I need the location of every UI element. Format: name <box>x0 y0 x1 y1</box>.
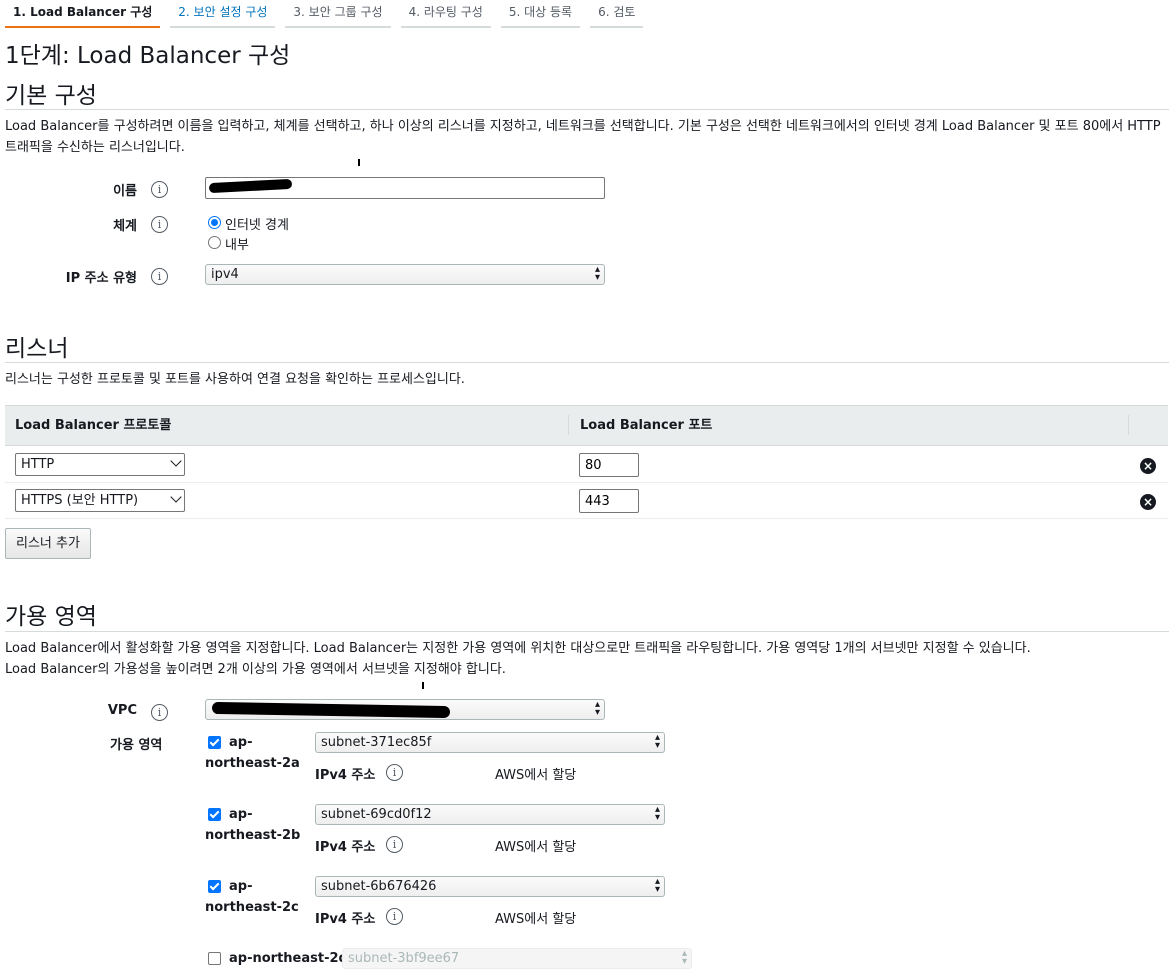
protocol-value: HTTPS (보안 HTTP) <box>21 493 139 508</box>
listeners-description: 리스너는 구성한 프로토콜 및 포트를 사용하여 연결 요청을 확인하는 프로세… <box>5 372 465 387</box>
vpc-label: VPC <box>107 703 137 718</box>
divider <box>5 631 1169 632</box>
updown-arrows-icon: ▴ ▾ <box>681 948 687 967</box>
scheme-label: 체계 <box>113 219 137 234</box>
zone-2c-checkbox[interactable] <box>208 880 221 893</box>
chevron-down-icon <box>170 491 182 503</box>
zone-2a-name-line2: northeast-2a <box>205 756 300 771</box>
zone-2d-name: ap-northeast-2d <box>229 951 348 966</box>
availability-zones-description-2: Load Balancer의 가용성을 높이려면 2개 이상의 가용 영역에서 … <box>5 662 506 677</box>
step-configure-load-balancer[interactable]: 1. Load Balancer 구성 <box>5 0 161 28</box>
info-icon[interactable]: i <box>386 764 403 781</box>
ip-type-label: IP 주소 유형 <box>65 271 137 286</box>
text-cursor <box>422 682 424 689</box>
info-icon[interactable]: i <box>386 836 403 853</box>
ip-type-value: ipv4 <box>211 267 239 282</box>
listeners-table-header: Load Balancer 프로토콜 Load Balancer 포트 <box>5 405 1168 446</box>
scheme-internet-facing-radio[interactable] <box>208 216 221 229</box>
divider <box>5 109 1169 110</box>
remove-listener-icon[interactable]: × <box>1140 494 1156 510</box>
zone-2d-subnet-value: subnet-3bf9ee67 <box>348 951 460 966</box>
zone-2a-ipv4-label: IPv4 주소 <box>315 768 376 783</box>
add-listener-button[interactable]: 리스너 추가 <box>5 528 91 559</box>
zone-2d-subnet-select: subnet-3bf9ee67 ▴ ▾ <box>342 948 692 969</box>
step-configure-security-settings[interactable]: 2. 보안 설정 구성 <box>170 0 276 28</box>
zone-2b-subnet-value: subnet-69cd0f12 <box>321 807 432 822</box>
updown-arrows-icon: ▴ ▾ <box>594 699 600 718</box>
zones-label: 가용 영역 <box>110 738 163 753</box>
step-review[interactable]: 6. 검토 <box>590 0 644 28</box>
divider <box>5 362 1169 363</box>
updown-arrows-icon: ▴ ▾ <box>654 876 660 895</box>
chevron-down-icon <box>170 455 182 467</box>
table-row: HTTPS (보안 HTTP) × <box>5 483 1168 519</box>
basic-config-description: Load Balancer를 구성하려면 이름을 입력하고, 체계를 선택하고,… <box>5 119 1161 155</box>
listeners-title: 리스너 <box>5 336 69 362</box>
name-label: 이름 <box>113 184 137 199</box>
zone-2c-name-line1: ap- <box>229 879 253 894</box>
scheme-internal-label: 내부 <box>225 238 249 253</box>
remove-listener-icon[interactable]: × <box>1140 458 1156 474</box>
zone-2b-name-line2: northeast-2b <box>205 828 301 843</box>
info-icon[interactable]: i <box>386 908 403 925</box>
step-configure-security-groups[interactable]: 3. 보안 그룹 구성 <box>285 0 391 28</box>
info-icon[interactable]: i <box>151 181 168 198</box>
zone-2b-name-line1: ap- <box>229 807 253 822</box>
protocol-column-header: Load Balancer 프로토콜 <box>15 418 172 433</box>
zone-2b-subnet-select[interactable]: subnet-69cd0f12 ▴ ▾ <box>315 804 665 825</box>
info-icon[interactable]: i <box>151 216 168 233</box>
zone-2c-subnet-value: subnet-6b676426 <box>321 879 437 894</box>
text-cursor <box>358 159 360 166</box>
column-separator <box>1128 415 1129 435</box>
port-input[interactable] <box>579 489 639 513</box>
info-icon[interactable]: i <box>151 268 168 285</box>
availability-zones-title: 가용 영역 <box>5 604 97 630</box>
protocol-select[interactable]: HTTPS (보안 HTTP) <box>15 489 185 512</box>
updown-arrows-icon: ▴ ▾ <box>594 264 600 283</box>
updown-arrows-icon: ▴ ▾ <box>654 804 660 823</box>
zone-2a-ipv4-value: AWS에서 할당 <box>495 768 577 783</box>
protocol-value: HTTP <box>21 457 55 472</box>
port-column-header: Load Balancer 포트 <box>580 418 713 433</box>
updown-arrows-icon: ▴ ▾ <box>654 732 660 751</box>
zone-2b-checkbox[interactable] <box>208 808 221 821</box>
step-configure-routing[interactable]: 4. 라우팅 구성 <box>400 0 491 28</box>
zone-2c-name-line2: northeast-2c <box>205 900 299 915</box>
scheme-internet-facing-label: 인터넷 경계 <box>225 218 289 233</box>
wizard-steps: 1. Load Balancer 구성 2. 보안 설정 구성 3. 보안 그룹… <box>5 0 653 28</box>
zone-2a-subnet-select[interactable]: subnet-371ec85f ▴ ▾ <box>315 732 665 753</box>
zone-2c-subnet-select[interactable]: subnet-6b676426 ▴ ▾ <box>315 876 665 897</box>
info-icon[interactable]: i <box>151 704 168 721</box>
ip-type-select[interactable]: ipv4 ▴ ▾ <box>205 264 605 285</box>
zone-2a-subnet-value: subnet-371ec85f <box>321 735 432 750</box>
column-separator <box>568 415 569 435</box>
page-title: 1단계: Load Balancer 구성 <box>5 43 291 69</box>
table-row: HTTP × <box>5 447 1168 483</box>
zone-2a-checkbox[interactable] <box>208 736 221 749</box>
zone-2c-ipv4-value: AWS에서 할당 <box>495 912 577 927</box>
protocol-select[interactable]: HTTP <box>15 453 185 476</box>
zone-2b-ipv4-value: AWS에서 할당 <box>495 840 577 855</box>
basic-config-title: 기본 구성 <box>5 83 97 109</box>
zone-2a-name-line1: ap- <box>229 735 253 750</box>
zone-2c-ipv4-label: IPv4 주소 <box>315 912 376 927</box>
zone-2d-checkbox[interactable] <box>208 952 221 965</box>
availability-zones-description-1: Load Balancer에서 활성화할 가용 영역을 지정합니다. Load … <box>5 641 1031 656</box>
scheme-internal-radio[interactable] <box>208 236 221 249</box>
port-input[interactable] <box>579 453 639 477</box>
zone-2b-ipv4-label: IPv4 주소 <box>315 840 376 855</box>
step-register-targets[interactable]: 5. 대상 등록 <box>500 0 581 28</box>
